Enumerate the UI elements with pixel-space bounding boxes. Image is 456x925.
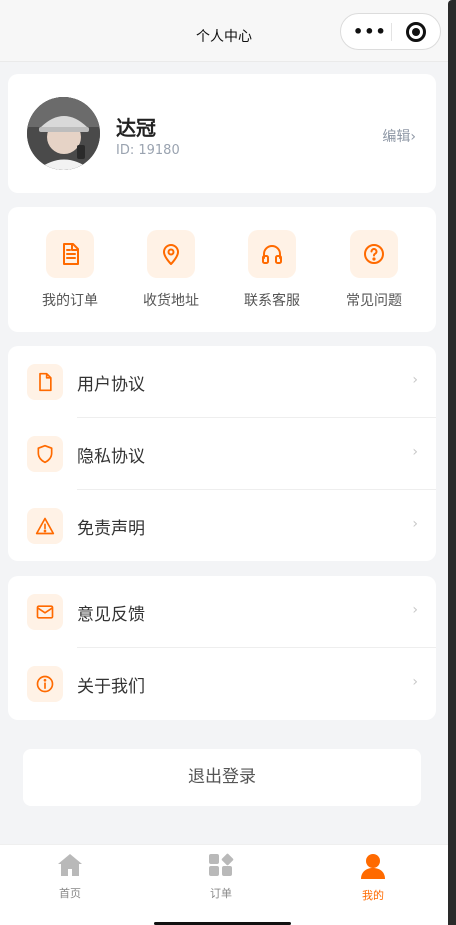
quick-customer-service[interactable]: 联系客服	[226, 230, 318, 310]
edit-profile-link[interactable]: 编辑›	[382, 126, 416, 146]
avatar[interactable]	[27, 97, 100, 170]
tab-orders[interactable]: 订单	[176, 853, 266, 901]
support-menu-card: 意见反馈 › 关于我们 ›	[8, 576, 436, 720]
question-circle-icon	[350, 230, 398, 278]
quick-faq[interactable]: 常见问题	[328, 230, 420, 310]
menu-label: 用户协议	[77, 375, 145, 395]
chevron-right-icon: ›	[412, 602, 418, 618]
headphones-icon	[248, 230, 296, 278]
quick-label: 常见问题	[346, 293, 402, 309]
quick-shipping-address[interactable]: 收货地址	[125, 230, 217, 310]
tab-label: 首页	[59, 887, 81, 900]
user-name: 达冠	[116, 116, 156, 140]
menu-privacy-agreement[interactable]: 隐私协议 ›	[8, 418, 436, 490]
menu-about-us[interactable]: 关于我们 ›	[8, 648, 436, 720]
grid-icon	[208, 853, 234, 881]
menu-label: 隐私协议	[77, 447, 145, 467]
user-id: ID: 19180	[116, 143, 180, 158]
info-icon	[27, 666, 63, 702]
menu-user-agreement[interactable]: 用户协议 ›	[8, 346, 436, 418]
chevron-right-icon: ›	[412, 516, 418, 532]
more-menu-button[interactable]: •••	[353, 23, 387, 41]
bottom-tab-bar: 首页 订单 我的	[0, 844, 448, 925]
quick-my-orders[interactable]: 我的订单	[24, 230, 116, 310]
file-icon	[27, 364, 63, 400]
quick-label: 我的订单	[42, 293, 98, 309]
legal-menu-card: 用户协议 › 隐私协议 › 免责声明 ›	[8, 346, 436, 561]
user-icon	[360, 854, 386, 883]
tab-home[interactable]: 首页	[25, 853, 115, 901]
shield-icon	[27, 436, 63, 472]
menu-feedback[interactable]: 意见反馈 ›	[8, 576, 436, 648]
menu-label: 免责声明	[77, 519, 145, 539]
device-edge	[448, 0, 456, 925]
tab-label: 订单	[210, 887, 232, 900]
chevron-right-icon: ›	[412, 444, 418, 460]
quick-label: 收货地址	[143, 293, 199, 309]
home-icon	[57, 854, 83, 881]
warning-icon	[27, 508, 63, 544]
tab-label: 我的	[362, 889, 384, 902]
menu-label: 关于我们	[77, 677, 145, 697]
logout-button[interactable]: 退出登录	[23, 749, 421, 806]
document-icon	[46, 230, 94, 278]
quick-actions-card: 我的订单 收货地址 联系客服 常见问题	[8, 207, 436, 332]
top-nav-bar: 个人中心 •••	[0, 0, 448, 62]
miniprogram-capsule: •••	[340, 13, 441, 50]
menu-label: 意见反馈	[77, 605, 145, 625]
close-miniprogram-button[interactable]	[406, 22, 426, 42]
profile-card: 达冠 ID: 19180 编辑›	[8, 74, 436, 193]
chevron-right-icon: ›	[412, 372, 418, 388]
quick-label: 联系客服	[244, 293, 300, 309]
tab-mine[interactable]: 我的	[328, 853, 418, 903]
mail-icon	[27, 594, 63, 630]
capsule-divider	[391, 23, 392, 41]
menu-disclaimer[interactable]: 免责声明 ›	[8, 490, 436, 562]
chevron-right-icon: ›	[412, 674, 418, 690]
location-pin-icon	[147, 230, 195, 278]
